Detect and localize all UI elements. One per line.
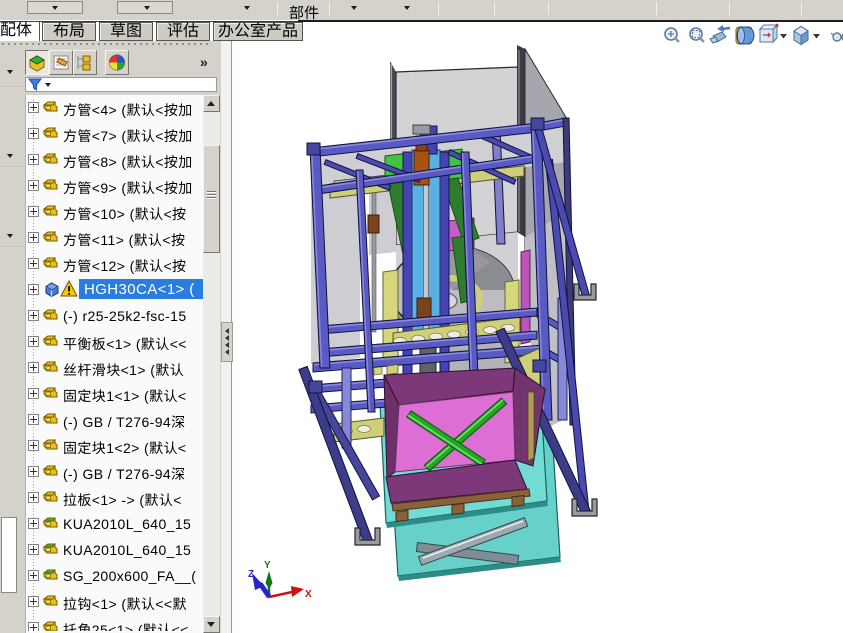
svg-text:Y: Y [264, 560, 271, 571]
svg-text:Z: Z [248, 569, 254, 580]
svg-text:X: X [305, 589, 312, 600]
